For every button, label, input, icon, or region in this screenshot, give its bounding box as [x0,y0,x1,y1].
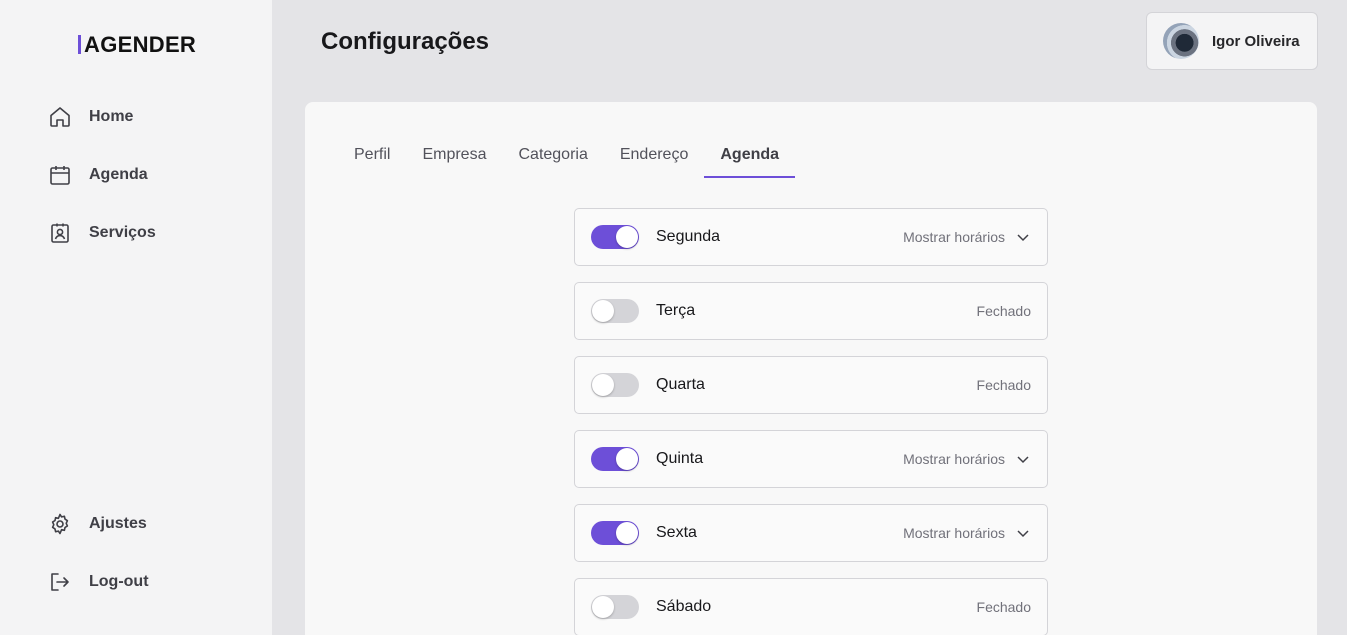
sidebar-item-label: Agenda [89,166,148,183]
day-toggle[interactable] [591,595,639,619]
gear-icon [51,513,69,535]
page-title: Configurações [321,28,490,55]
day-name: Sábado [656,598,712,615]
day-toggle[interactable] [591,373,639,397]
schedule-list: Segunda Mostrar horários Terça Fechado Q… [574,208,1048,635]
day-status: Mostrar horários [903,229,1005,245]
tab-empresa[interactable]: Empresa [406,132,502,178]
logo-text: AGENDER [84,32,197,57]
day-status: Mostrar horários [903,525,1005,541]
sidebar-item-ajustes[interactable]: Ajustes [48,510,147,538]
chevron-down-icon [1017,530,1029,538]
toggle-knob [616,522,638,544]
sidebar-item-agenda[interactable]: Agenda [48,161,148,189]
day-row-quarta: Quarta Fechado [574,356,1048,414]
logout-icon [51,573,69,591]
calendar-icon [50,166,70,185]
day-status: Fechado [976,599,1031,615]
avatar [1163,23,1199,59]
day-toggle[interactable] [591,447,639,471]
sidebar-item-logout[interactable]: Log-out [48,568,149,596]
day-status: Fechado [976,303,1031,319]
day-name: Quarta [656,376,705,393]
sidebar: AGENDER Home Agenda Serviços Ajustes Log… [0,0,272,635]
day-toggle[interactable] [591,225,639,249]
day-row-sexta: Sexta Mostrar horários [574,504,1048,562]
toggle-knob [592,300,614,322]
day-status: Fechado [976,377,1031,393]
day-name: Sexta [656,524,697,541]
day-status: Mostrar horários [903,451,1005,467]
settings-tabs: Perfil Empresa Categoria Endereço Agenda [338,132,796,178]
toggle-knob [592,374,614,396]
settings-panel: Perfil Empresa Categoria Endereço Agenda… [305,102,1317,635]
logo-mark [78,35,81,54]
day-row-terca: Terça Fechado [574,282,1048,340]
day-row-quinta: Quinta Mostrar horários [574,430,1048,488]
toggle-knob [616,448,638,470]
show-hours-button[interactable]: Mostrar horários [903,451,1031,467]
toggle-knob [616,226,638,248]
day-name: Terça [656,302,696,319]
sidebar-item-label: Ajustes [89,515,147,532]
sidebar-item-label: Log-out [89,573,149,590]
day-name: Quinta [656,450,704,467]
sidebar-item-servicos[interactable]: Serviços [48,219,156,247]
toggle-knob [592,596,614,618]
day-toggle[interactable] [591,521,639,545]
sidebar-item-label: Serviços [89,224,156,241]
id-badge-icon [51,223,69,243]
day-toggle[interactable] [591,299,639,323]
tab-categoria[interactable]: Categoria [502,132,603,178]
show-hours-button[interactable]: Mostrar horários [903,525,1031,541]
user-name: Igor Oliveira [1212,32,1300,50]
day-row-sabado: Sábado Fechado [574,578,1048,635]
show-hours-button[interactable]: Mostrar horários [903,229,1031,245]
sidebar-item-home[interactable]: Home [48,103,133,131]
chevron-down-icon [1017,456,1029,464]
sidebar-item-label: Home [89,108,134,125]
chevron-down-icon [1017,234,1029,242]
app-logo: AGENDER [78,32,196,58]
tab-endereco[interactable]: Endereço [604,132,705,178]
day-name: Segunda [656,228,721,245]
day-row-segunda: Segunda Mostrar horários [574,208,1048,266]
home-icon [50,107,70,127]
tab-agenda[interactable]: Agenda [704,132,796,178]
user-menu[interactable]: Igor Oliveira [1146,12,1318,70]
tab-perfil[interactable]: Perfil [338,132,406,178]
